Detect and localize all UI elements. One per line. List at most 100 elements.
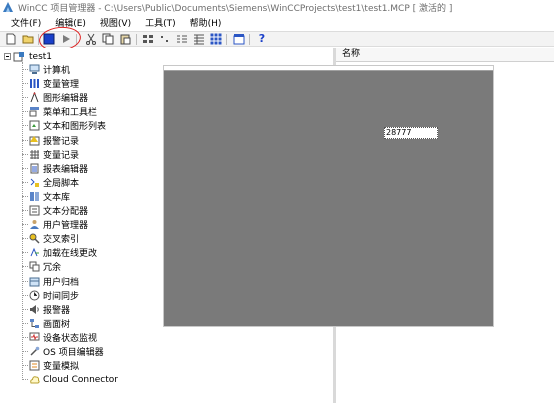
- user-archive-icon: [29, 276, 40, 287]
- tree-item-graphics-designer[interactable]: 图形编辑器: [22, 91, 88, 104]
- user-administrator-icon: [29, 219, 40, 230]
- tree-item-lifebeat-monitoring[interactable]: 设备状态监视: [22, 331, 97, 344]
- text-graphic-list-icon: [29, 120, 40, 131]
- computer-icon: [29, 64, 40, 75]
- os-project-editor-icon: [29, 346, 40, 357]
- text-distributor-icon: [29, 205, 40, 216]
- toolbar-separator: [226, 34, 227, 45]
- tree-connector: [22, 266, 28, 268]
- tree-item-label: 变量管理: [43, 80, 80, 91]
- tree-connector: [22, 125, 28, 127]
- window-title: WinCC 项目管理器 - C:\Users\Public\Documents\…: [18, 3, 453, 14]
- tree-item-label: 变量记录: [43, 150, 80, 161]
- list-icon[interactable]: [176, 33, 188, 45]
- grid-view-icon[interactable]: [210, 33, 222, 45]
- paste-icon[interactable]: [119, 33, 131, 45]
- time-sync-icon: [29, 290, 40, 301]
- tree-item-report-designer[interactable]: 报表编辑器: [22, 162, 88, 175]
- menu-file[interactable]: 文件(F): [11, 16, 41, 29]
- collapse-icon[interactable]: [4, 53, 11, 60]
- menu-help[interactable]: 帮助(H): [190, 16, 222, 29]
- tree-connector: [22, 181, 28, 183]
- large-icons-icon[interactable]: [142, 33, 154, 45]
- tree-item-text-library[interactable]: 文本库: [22, 190, 70, 203]
- horn-icon: [29, 304, 40, 315]
- tree-item-redundancy[interactable]: 冗余: [22, 260, 61, 273]
- load-online-changes-icon: [29, 247, 40, 258]
- tree-connector: [22, 365, 28, 367]
- column-header-name[interactable]: 名称: [336, 48, 554, 62]
- runtime-window-header: [164, 66, 493, 71]
- toolbar-separator: [136, 34, 137, 45]
- io-field[interactable]: 28777: [384, 127, 438, 139]
- help-icon[interactable]: ?: [256, 33, 268, 45]
- tree-item-tag-logging[interactable]: 变量记录: [22, 148, 79, 161]
- tree-item-menus-toolbars[interactable]: 菜单和工具栏: [22, 105, 97, 118]
- tree-item-label: 用户管理器: [43, 221, 89, 232]
- cut-icon[interactable]: [85, 33, 97, 45]
- menu-view[interactable]: 视图(V): [100, 16, 131, 29]
- tree-item-user-archive[interactable]: 用户归档: [22, 275, 79, 288]
- tree-item-label: 交叉索引: [43, 235, 80, 246]
- redundancy-icon: [29, 261, 40, 272]
- tree-root-test1[interactable]: test1: [4, 50, 52, 63]
- tree-item-tag-management[interactable]: 变量管理: [22, 77, 79, 90]
- tree-item-alarm-logging[interactable]: 报警记录: [22, 134, 79, 147]
- tree-item-label: 文本分配器: [43, 207, 89, 217]
- small-icons-icon[interactable]: [159, 33, 171, 45]
- tree-connector: [22, 280, 28, 282]
- tree-item-horn[interactable]: 报警器: [22, 303, 70, 316]
- runtime-window: 28777: [163, 65, 494, 327]
- menu-tools[interactable]: 工具(T): [145, 16, 176, 29]
- tree-item-text-distributor[interactable]: 文本分配器: [22, 204, 88, 217]
- tree-item-user-administrator[interactable]: 用户管理器: [22, 218, 88, 231]
- copy-icon[interactable]: [102, 33, 114, 45]
- tree-item-computer[interactable]: 计算机: [22, 63, 70, 76]
- tree-item-label: 设备状态监视: [43, 333, 98, 344]
- tree-item-label: 报警器: [43, 305, 71, 316]
- tree-root-label: test1: [29, 51, 53, 62]
- tree-item-label: 文本库: [43, 192, 71, 203]
- tree-connector: [22, 322, 28, 324]
- tree-item-label: 冗余: [43, 263, 62, 274]
- tag-management-icon: [29, 78, 40, 89]
- report-designer-icon: [29, 163, 40, 174]
- tree-item-label: OS 项目编辑器: [43, 348, 104, 358]
- tree-connector: [22, 210, 28, 211]
- tree-item-cross-reference[interactable]: 交叉索引: [22, 232, 79, 245]
- tree-item-picture-tree[interactable]: 画面树: [22, 317, 70, 330]
- tree-item-time-sync[interactable]: 时间同步: [22, 289, 79, 302]
- title-bar: WinCC 项目管理器 - C:\Users\Public\Documents\…: [0, 0, 554, 14]
- details-icon[interactable]: [193, 33, 205, 45]
- tree-item-cloud-connector[interactable]: Cloud Connector: [22, 373, 118, 386]
- tree-item-text-graphic-list[interactable]: 文本和图形列表: [22, 119, 106, 132]
- tree-item-label: 全局脚本: [43, 178, 80, 189]
- graphics-designer-icon: [29, 91, 40, 103]
- text-library-icon: [29, 191, 40, 202]
- tree-connector: [22, 83, 28, 85]
- tree-connector: [22, 69, 28, 70]
- toolbar: ?: [0, 31, 554, 47]
- wincc-app-icon: [2, 1, 14, 13]
- tree-connector: [22, 252, 28, 254]
- tree-connector: [22, 294, 28, 296]
- tag-logging-icon: [29, 149, 40, 160]
- open-icon[interactable]: [22, 33, 34, 45]
- menus-toolbars-icon: [29, 106, 40, 117]
- tree-item-tag-simulator[interactable]: 变量模拟: [22, 359, 79, 372]
- tree-item-label: 变量模拟: [43, 362, 80, 373]
- tree-connector: [22, 351, 28, 352]
- new-icon[interactable]: [5, 33, 17, 45]
- tree-item-label: 时间同步: [43, 291, 80, 302]
- tree-connector: [22, 153, 28, 155]
- toolbar-separator: [249, 34, 250, 45]
- tree-item-os-project-editor[interactable]: OS 项目编辑器: [22, 345, 104, 358]
- tree-item-label: 用户归档: [43, 277, 80, 288]
- tree-item-label: Cloud Connector: [43, 374, 118, 385]
- tag-simulator-icon: [29, 360, 40, 371]
- tree-item-label: 报表编辑器: [43, 164, 89, 175]
- properties-icon[interactable]: [233, 33, 245, 45]
- tree-item-label: 加载在线更改: [43, 249, 98, 260]
- tree-item-load-online-changes[interactable]: 加载在线更改: [22, 246, 97, 259]
- tree-item-global-script[interactable]: 全局脚本: [22, 176, 79, 189]
